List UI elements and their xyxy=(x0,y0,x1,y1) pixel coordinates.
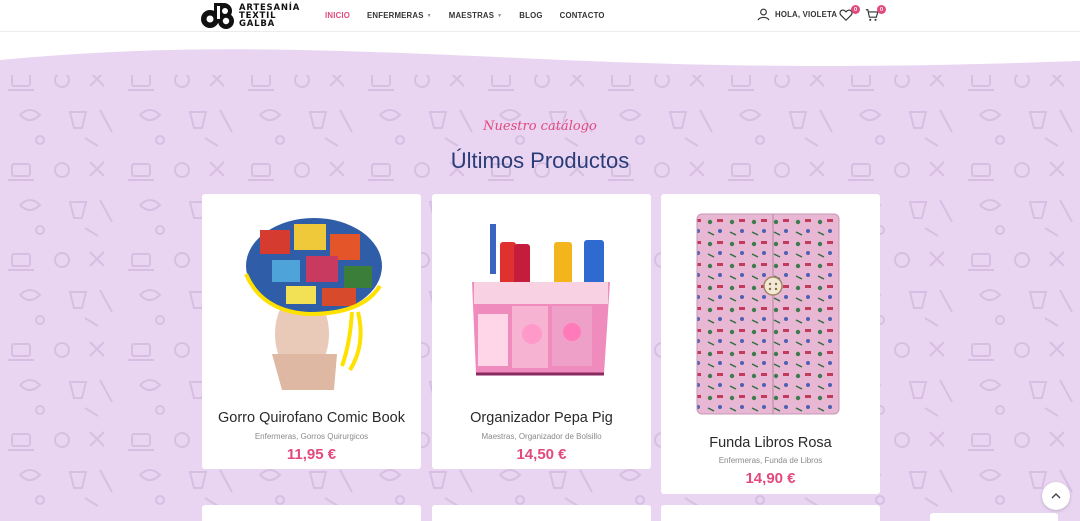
section-title: Últimos Productos xyxy=(450,148,630,173)
product-categories[interactable]: Maestras, Organizador de Bolsillo xyxy=(432,432,651,441)
chevron-down-icon: ▼ xyxy=(497,12,503,19)
section-subtitle: Nuestro catálogo xyxy=(483,119,597,134)
floating-widget[interactable] xyxy=(930,513,1058,521)
nav-item-label: MAESTRAS xyxy=(448,11,495,20)
product-name[interactable]: Funda Libros Rosa xyxy=(661,435,880,451)
logo-line: GALBA xyxy=(239,18,276,29)
site-header: ARTESANÍA TEXTIL GALBA INICIO ENFERMERAS… xyxy=(0,0,1080,32)
logo[interactable]: ARTESANÍA TEXTIL GALBA xyxy=(201,1,301,30)
product-card[interactable] xyxy=(661,505,880,521)
nav-item-label: CONTACTO xyxy=(559,11,605,20)
cart-count-badge: 0 xyxy=(877,5,886,14)
product-price: 11,95 € xyxy=(286,446,337,463)
nav-item-enfermeras[interactable]: ENFERMERAS ▼ xyxy=(367,11,432,20)
chevron-down-icon: ▼ xyxy=(426,12,432,19)
product-image[interactable] xyxy=(202,194,421,394)
product-card[interactable] xyxy=(202,505,421,521)
nav-item-inicio[interactable]: INICIO xyxy=(325,11,350,20)
logo-text: ARTESANÍA TEXTIL GALBA xyxy=(239,3,300,29)
nav-item-label: ENFERMERAS xyxy=(367,11,424,20)
nav-item-contacto[interactable]: CONTACTO xyxy=(560,11,605,20)
product-categories[interactable]: Enfermeras, Gorros Quirurgicos xyxy=(202,432,421,441)
nav-item-maestras[interactable]: MAESTRAS ▼ xyxy=(449,11,503,20)
cart-button[interactable]: 0 xyxy=(865,5,886,24)
wishlist-count-badge: 0 xyxy=(851,5,860,14)
product-card[interactable]: Funda Libros Rosa Enfermeras, Funda de L… xyxy=(661,194,880,494)
main-nav: INICIO ENFERMERAS ▼ MAESTRAS ▼ BLOG CONTAC… xyxy=(325,0,622,31)
product-categories[interactable]: Enfermeras, Funda de Libros xyxy=(661,456,880,465)
nav-item-blog[interactable]: BLOG xyxy=(519,11,542,20)
nav-item-label: INICIO xyxy=(325,11,351,20)
product-card[interactable] xyxy=(432,505,651,521)
product-image[interactable] xyxy=(661,194,880,420)
product-image[interactable] xyxy=(432,194,651,394)
product-card[interactable]: Gorro Quirofano Comic Book Enfermeras, G… xyxy=(202,194,421,469)
account-link[interactable]: HOLA, VIOLETA xyxy=(757,8,837,21)
account-label: HOLA, VIOLETA xyxy=(775,10,838,19)
scroll-to-top-button[interactable] xyxy=(1042,482,1070,510)
logo-mark-icon xyxy=(201,2,237,29)
user-icon xyxy=(757,8,770,21)
chevron-up-icon xyxy=(1051,493,1061,499)
wishlist-button[interactable]: 0 xyxy=(839,5,860,24)
product-card[interactable]: Organizador Pepa Pig Maestras, Organizad… xyxy=(432,194,651,469)
product-price: 14,50 € xyxy=(516,446,567,463)
product-name[interactable]: Organizador Pepa Pig xyxy=(432,410,651,426)
product-name[interactable]: Gorro Quirofano Comic Book xyxy=(202,410,421,426)
wave-divider xyxy=(0,45,1080,75)
nav-item-label: BLOG xyxy=(519,11,543,20)
product-price: 14,90 € xyxy=(745,470,796,487)
